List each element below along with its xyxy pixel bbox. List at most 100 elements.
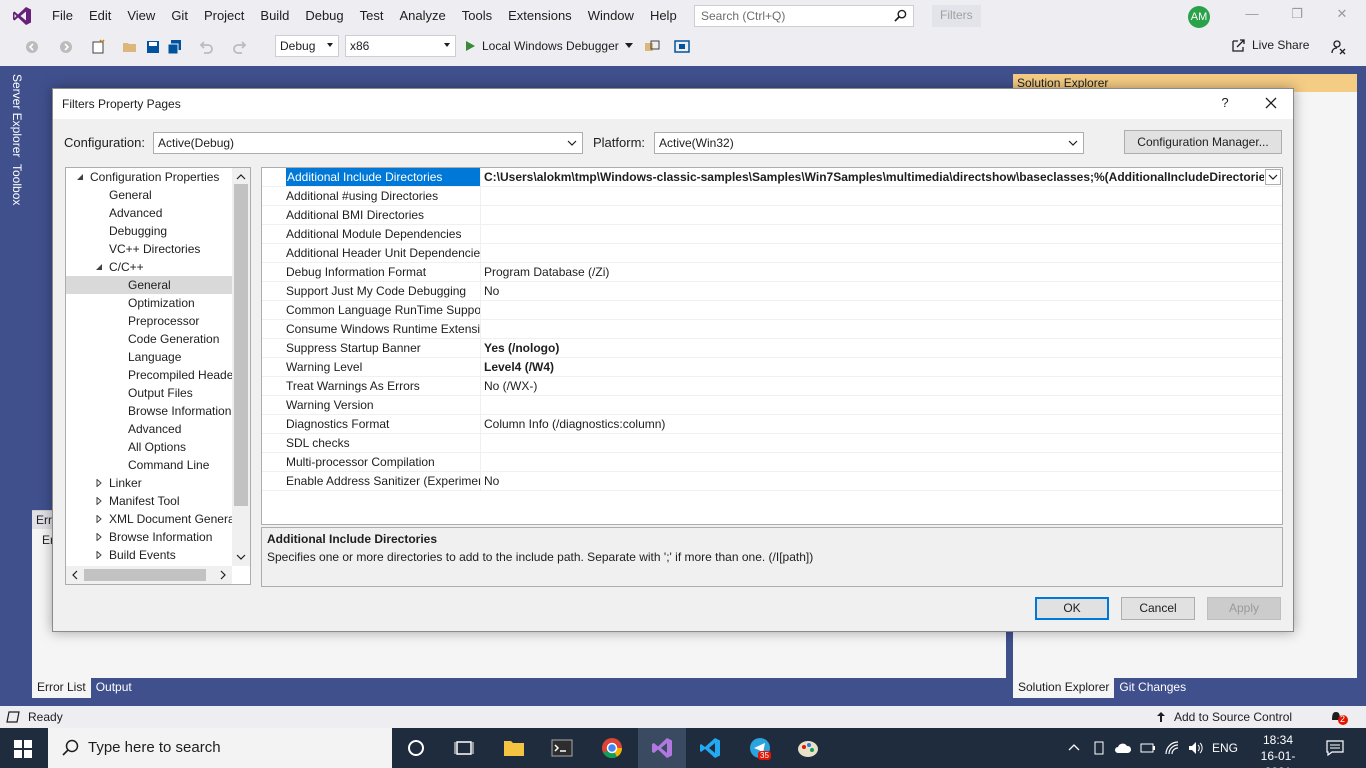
tab-output[interactable]: Output (91, 678, 137, 698)
wifi-icon[interactable] (1164, 740, 1180, 756)
tree-item[interactable]: Language (66, 348, 232, 366)
windows-start-icon[interactable] (14, 740, 32, 758)
tree-item[interactable]: Command Line (66, 456, 232, 474)
menu-file[interactable]: File (44, 0, 81, 32)
scroll-down-icon[interactable] (234, 550, 248, 564)
tree-item[interactable]: Debugging (66, 222, 232, 240)
tree-item[interactable]: General (66, 276, 232, 294)
taskbar-search-input[interactable]: Type here to search (48, 728, 392, 768)
tree-item[interactable]: Browse Information (66, 402, 232, 420)
language-indicator[interactable]: ENG (1212, 741, 1238, 755)
property-row[interactable]: Multi-processor Compilation (262, 453, 1282, 472)
configuration-manager-button[interactable]: Configuration Manager... (1124, 130, 1282, 154)
property-value[interactable]: C:\Users\alokm\tmp\Windows-classic-sampl… (484, 168, 1264, 186)
chevron-up-icon[interactable] (1068, 742, 1080, 754)
menu-project[interactable]: Project (196, 0, 252, 32)
add-to-source-control-button[interactable]: Add to Source Control (1174, 710, 1292, 724)
filters-badge[interactable]: Filters (932, 5, 981, 27)
action-center-icon[interactable] (1326, 740, 1344, 756)
tree-item[interactable]: General (66, 186, 232, 204)
apply-button[interactable]: Apply (1207, 597, 1281, 620)
solution-config-select[interactable]: Debug (275, 35, 339, 57)
property-row[interactable]: Support Just My Code Debugging No (262, 282, 1282, 301)
tree-item[interactable]: Advanced (66, 204, 232, 222)
tree-item[interactable]: Linker (66, 474, 232, 492)
property-row[interactable]: Common Language RunTime Suppo (262, 301, 1282, 320)
property-row[interactable]: Additional Header Unit Dependencie (262, 244, 1282, 263)
tree-item[interactable]: Browse Information (66, 528, 232, 546)
tree-item[interactable]: Advanced (66, 420, 232, 438)
terminal-icon[interactable] (550, 736, 574, 760)
paint-icon[interactable] (796, 736, 820, 760)
menu-build[interactable]: Build (252, 0, 297, 32)
new-project-icon[interactable] (90, 39, 106, 55)
onedrive-icon[interactable] (1114, 741, 1132, 755)
menu-git[interactable]: Git (163, 0, 196, 32)
menu-edit[interactable]: Edit (81, 0, 119, 32)
property-row[interactable]: Additional BMI Directories (262, 206, 1282, 225)
help-button[interactable]: ? (1217, 95, 1233, 110)
tab-solution-explorer[interactable]: Solution Explorer (1013, 678, 1115, 698)
menu-test[interactable]: Test (352, 0, 392, 32)
scroll-thumb[interactable] (234, 184, 248, 506)
avatar[interactable]: AM (1188, 6, 1210, 28)
property-row[interactable]: Additional Include Directories C:\Users\a… (262, 168, 1282, 187)
tree-item[interactable]: Preprocessor (66, 312, 232, 330)
forward-icon[interactable] (58, 39, 74, 55)
cortana-icon[interactable] (404, 736, 428, 760)
tab-git-changes[interactable]: Git Changes (1114, 678, 1191, 698)
tree-horizontal-scrollbar[interactable] (66, 566, 232, 584)
property-dropdown-button[interactable] (1265, 169, 1281, 185)
tree-item[interactable]: Code Generation (66, 330, 232, 348)
tree-item[interactable]: Precompiled Heade (66, 366, 232, 384)
browser-link-icon[interactable] (644, 39, 660, 55)
property-row[interactable]: Debug Information Format Program Database… (262, 263, 1282, 282)
tree-item[interactable]: Build Events (66, 546, 232, 564)
maximize-icon[interactable]: ❐ (1285, 6, 1309, 22)
undo-icon[interactable] (198, 39, 214, 55)
property-row[interactable]: Additional Module Dependencies (262, 225, 1282, 244)
chrome-icon[interactable] (600, 736, 624, 760)
ide-search-input[interactable]: Search (Ctrl+Q) (694, 5, 914, 27)
tab-error-list[interactable]: Error List (32, 678, 91, 698)
visual-studio-logo-icon[interactable] (0, 0, 44, 32)
screen-capture-icon[interactable] (674, 39, 690, 55)
menu-debug[interactable]: Debug (297, 0, 351, 32)
property-row[interactable]: SDL checks (262, 434, 1282, 453)
menu-tools[interactable]: Tools (454, 0, 500, 32)
configuration-select[interactable]: Active(Debug) (153, 132, 583, 154)
visual-studio-taskbar-icon[interactable] (650, 736, 674, 760)
tree-item[interactable]: Optimization (66, 294, 232, 312)
server-explorer-tab[interactable]: Server Explorer (10, 74, 24, 157)
scroll-thumb[interactable] (84, 569, 206, 581)
property-row[interactable]: Warning Version (262, 396, 1282, 415)
feedback-icon[interactable] (1330, 39, 1346, 55)
vscode-icon[interactable] (698, 736, 722, 760)
tree-expanded-icon[interactable] (76, 173, 84, 181)
menu-view[interactable]: View (119, 0, 163, 32)
save-icon[interactable] (145, 39, 161, 55)
ok-button[interactable]: OK (1035, 597, 1109, 620)
tree-item[interactable]: Configuration Properties (66, 168, 232, 186)
property-row[interactable]: Suppress Startup Banner Yes (/nologo) (262, 339, 1282, 358)
save-all-icon[interactable] (167, 39, 183, 55)
tree-collapsed-icon[interactable] (95, 533, 103, 541)
cancel-button[interactable]: Cancel (1121, 597, 1195, 620)
property-row[interactable]: Consume Windows Runtime Extensio (262, 320, 1282, 339)
tree-collapsed-icon[interactable] (95, 479, 103, 487)
tree-item[interactable]: VC++ Directories (66, 240, 232, 258)
menu-help[interactable]: Help (642, 0, 685, 32)
property-row[interactable]: Enable Address Sanitizer (Experimen No (262, 472, 1282, 491)
clock[interactable]: 18:34 16-01-2021 (1250, 732, 1306, 768)
tree-item[interactable]: Manifest Tool (66, 492, 232, 510)
device-icon[interactable] (1092, 741, 1106, 755)
property-row[interactable]: Diagnostics Format Column Info (/diagnost… (262, 415, 1282, 434)
start-debugger-button[interactable]: Local Windows Debugger (464, 36, 633, 56)
property-row[interactable]: Treat Warnings As Errors No (/WX-) (262, 377, 1282, 396)
tree-item[interactable]: C/C++ (66, 258, 232, 276)
platform-select[interactable]: Active(Win32) (654, 132, 1084, 154)
task-view-icon[interactable] (452, 736, 476, 760)
scroll-left-icon[interactable] (68, 568, 82, 582)
tree-expanded-icon[interactable] (95, 263, 103, 271)
property-row[interactable]: Warning Level Level4 (/W4) (262, 358, 1282, 377)
